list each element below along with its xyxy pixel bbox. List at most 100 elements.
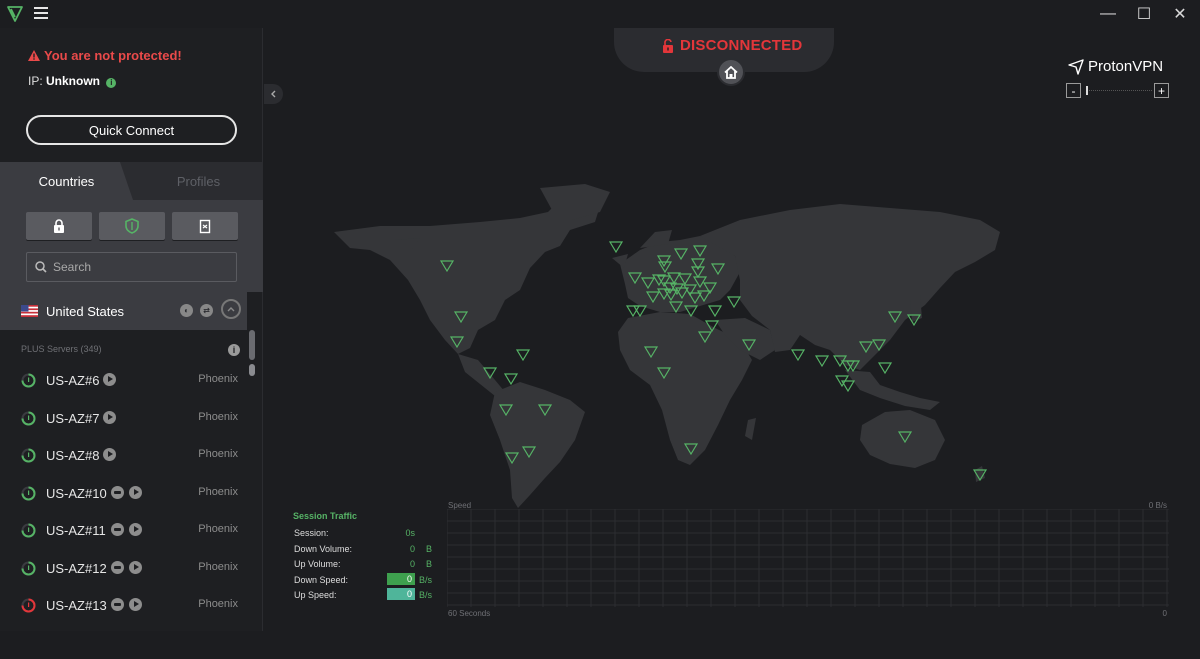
traffic-unit: B/s <box>418 574 432 585</box>
graph-y-max: 0 B/s <box>1148 501 1167 510</box>
graph-y-label: Speed <box>448 501 472 510</box>
server-location-marker[interactable] <box>515 349 531 362</box>
protection-warning: You are not protected! <box>28 48 182 63</box>
plus-filter-button[interactable] <box>99 212 165 240</box>
server-city: Phoenix <box>198 485 238 498</box>
server-location-marker[interactable] <box>877 362 893 375</box>
home-icon <box>724 65 738 79</box>
traffic-unit: B/s <box>418 590 432 600</box>
server-name: US-AZ#10 <box>46 485 107 501</box>
server-city: Phoenix <box>198 410 238 423</box>
server-row[interactable]: US-AZ#11 Phoenix <box>0 510 247 547</box>
server-row[interactable]: US-AZ#8 Phoenix <box>0 435 247 472</box>
quick-connect-button[interactable]: Quick Connect <box>26 115 237 145</box>
sidebar: You are not protected! IP: Unknown i Qui… <box>0 28 263 631</box>
server-name: US-AZ#13 <box>46 598 107 613</box>
traffic-label: Down Speed: <box>294 574 349 585</box>
tor-icon <box>110 485 124 499</box>
search-icon <box>35 261 47 273</box>
traffic-row: Session: 0s <box>294 526 434 540</box>
traffic-row: Down Speed: 0 B/s <box>294 572 434 587</box>
country-row-united-states[interactable]: United States ◐ ⇄ <box>0 292 247 330</box>
p2p-icon <box>199 219 211 233</box>
p2p-filter-button[interactable] <box>172 212 238 240</box>
secure-core-filter-button[interactable] <box>26 212 92 240</box>
server-name: US-AZ#8 <box>46 448 100 463</box>
tor-icon <box>110 560 124 574</box>
server-city: Phoenix <box>198 560 238 573</box>
protonvpn-logo-icon[interactable] <box>6 5 24 23</box>
connect-play-button[interactable] <box>128 523 142 536</box>
search-input[interactable] <box>53 260 223 274</box>
server-load-icon <box>21 598 36 613</box>
collapse-country-button[interactable] <box>221 299 241 319</box>
tab-bar: Countries Profiles <box>0 162 263 200</box>
zoom-slider-track[interactable] <box>1086 90 1152 91</box>
server-row[interactable]: US-AZ#6 Phoenix <box>0 360 247 397</box>
server-row[interactable]: US-AZ#7 Phoenix <box>0 398 247 435</box>
server-location-marker[interactable] <box>726 296 742 309</box>
server-row[interactable]: US-AZ#13 Phoenix <box>0 585 247 622</box>
server-location-marker[interactable] <box>608 241 624 254</box>
home-button[interactable] <box>717 58 745 86</box>
tab-profiles[interactable]: Profiles <box>134 162 263 200</box>
connect-play-button[interactable] <box>103 448 117 461</box>
server-list-scrollbar[interactable] <box>248 326 256 659</box>
tor-icon <box>110 598 124 611</box>
connect-play-button[interactable] <box>128 560 142 574</box>
traffic-value: 0 <box>409 559 415 569</box>
search-box[interactable] <box>26 252 237 282</box>
info-icon[interactable]: i <box>228 344 240 356</box>
minimize-button[interactable]: — <box>1088 0 1128 28</box>
traffic-label: Up Speed: <box>294 590 337 600</box>
protonvpn-logo-icon <box>1068 58 1084 75</box>
speed-value: 0 <box>387 572 415 585</box>
graph-x-left: 60 Seconds <box>448 609 491 618</box>
ip-info: IP: Unknown i <box>28 74 117 88</box>
connect-play-button[interactable] <box>103 410 117 424</box>
server-list-header: PLUS Servers (349) <box>21 344 102 354</box>
scrollbar-thumb-secondary[interactable] <box>249 364 255 376</box>
server-city: Phoenix <box>198 598 238 610</box>
server-load-icon <box>21 373 36 388</box>
server-location-marker[interactable] <box>503 373 519 386</box>
traffic-unit: B <box>425 543 432 554</box>
session-traffic-title: Session Traffic <box>293 511 358 521</box>
server-location-marker[interactable] <box>814 355 830 368</box>
close-button[interactable]: ✕ <box>1160 0 1200 28</box>
server-list: PLUS Servers (349) i US-AZ#6 Phoenix US-AZ… <box>0 330 247 659</box>
collapse-sidebar-button[interactable] <box>264 84 283 104</box>
traffic-value: 0s <box>405 528 415 538</box>
lock-icon <box>54 219 64 233</box>
server-location-marker[interactable] <box>790 349 806 362</box>
ip-value: Unknown <box>46 74 101 88</box>
server-row[interactable]: US-AZ#12 Phoenix <box>0 548 247 585</box>
us-flag-icon <box>21 305 38 317</box>
server-row[interactable]: US-AZ#10 Phoenix <box>0 473 247 510</box>
connection-status-text: DISCONNECTED <box>680 37 803 54</box>
ip-info-icon[interactable]: i <box>106 78 117 88</box>
zoom-out-button[interactable]: - <box>1066 83 1081 98</box>
server-name: US-AZ#6 <box>46 373 100 388</box>
ip-label: IP: <box>28 74 43 88</box>
zoom-in-button[interactable]: + <box>1154 83 1169 98</box>
scrollbar-thumb[interactable] <box>249 330 255 360</box>
traffic-unit: B <box>425 559 432 569</box>
speed-graph: Speed 0 B/s 60 Seconds 0 <box>447 501 1169 618</box>
server-load-icon <box>21 486 36 500</box>
connect-play-button[interactable] <box>103 373 117 386</box>
title-bar: — ☐ ✕ <box>0 0 1200 28</box>
tor-icon <box>110 523 124 536</box>
shield-icon <box>125 218 139 234</box>
server-location-marker[interactable] <box>707 305 723 318</box>
speed-graph-grid <box>447 509 1169 607</box>
maximize-button[interactable]: ☐ <box>1124 0 1164 28</box>
traffic-label: Down Volume: <box>294 543 353 554</box>
connect-play-button[interactable] <box>128 598 142 611</box>
warning-icon <box>28 50 40 61</box>
tab-countries[interactable]: Countries <box>0 162 133 200</box>
connect-play-button[interactable] <box>128 485 142 499</box>
zoom-slider-handle[interactable] <box>1086 86 1088 95</box>
menu-icon[interactable] <box>34 7 48 19</box>
session-traffic-panel: Session Traffic Session: 0s Down Volume: 0 B… <box>286 507 446 617</box>
